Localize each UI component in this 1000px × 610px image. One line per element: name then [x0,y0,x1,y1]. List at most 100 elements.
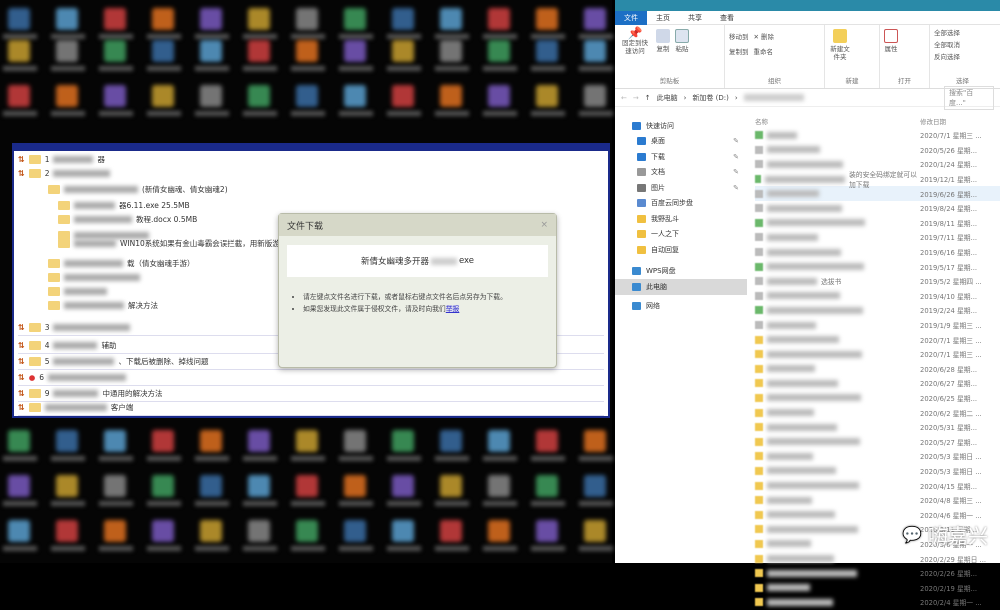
select-all-button[interactable]: 全部选择 [934,29,960,37]
desktop-icon[interactable] [536,430,558,452]
desktop-icon[interactable] [200,430,222,452]
desktop-icon[interactable] [296,40,318,62]
desktop-icon[interactable] [248,85,270,107]
desktop-icon[interactable] [8,8,30,30]
desktop-icon[interactable] [392,475,414,497]
desktop-icon[interactable] [536,520,558,542]
desktop-icon[interactable] [344,475,366,497]
desktop-icon[interactable] [296,520,318,542]
desktop-icon[interactable] [248,520,270,542]
nav-item[interactable]: 百度云同步盘 [615,196,747,212]
tree-item[interactable]: 教程.docx 0.5MB [58,213,197,225]
desktop-icon[interactable] [440,85,462,107]
file-row[interactable]: 2020/5/27 星期... [755,434,1000,449]
desktop-icon[interactable] [200,85,222,107]
desktop-icon[interactable] [8,475,30,497]
desktop-icon[interactable] [536,8,558,30]
desktop-icon[interactable] [248,430,270,452]
tree-item[interactable]: ⇅ 3 [18,321,134,333]
desktop-icon[interactable] [152,520,174,542]
invert-selection-button[interactable]: 反向选择 [934,53,960,61]
desktop-icon[interactable] [200,520,222,542]
file-row[interactable]: 2020/2/19 星期... [755,580,1000,595]
nav-item[interactable]: 此电脑 [615,279,747,295]
copy-to-button[interactable]: 复制到 [729,48,749,56]
desktop-icon[interactable] [536,40,558,62]
close-icon[interactable]: × [540,220,548,230]
tree-item[interactable]: ⇅ 客户端 [18,401,133,413]
tree-item[interactable]: 器6.11.exe 25.5MB [58,199,190,211]
desktop-icon[interactable] [296,430,318,452]
desktop-icon[interactable] [152,430,174,452]
select-none-button[interactable]: 全部取消 [934,41,960,49]
file-row[interactable]: 2019/4/10 星期... [755,289,1000,304]
file-row[interactable]: 2020/5/31 星期... [755,420,1000,435]
file-row[interactable]: 2020/6/25 星期... [755,391,1000,406]
desktop-icon[interactable] [104,40,126,62]
nav-item[interactable]: 快速访问 [615,118,747,134]
file-row[interactable]: 2020/6/2 星期二 ... [755,405,1000,420]
desktop-icon[interactable] [104,430,126,452]
tree-item[interactable] [48,285,111,297]
desktop-icon[interactable] [296,8,318,30]
nav-item[interactable]: 文档 ✎ [615,165,747,181]
file-row[interactable]: 2020/7/1 星期三 ... [755,128,1000,143]
tree-item[interactable]: 解决方法 [48,299,158,311]
desktop-icon[interactable] [8,430,30,452]
desktop-icon[interactable] [344,40,366,62]
tree-item[interactable]: ⇅ 2 [18,167,114,179]
file-row[interactable]: 2019/2/24 星期... [755,303,1000,318]
desktop-icon[interactable] [248,8,270,30]
file-row[interactable]: 2019/8/24 星期... [755,201,1000,216]
tree-item[interactable]: ⇅ 5 、下载后被删除、掉线问题 [18,355,208,367]
desktop-icon[interactable] [440,475,462,497]
desktop-icon[interactable] [440,40,462,62]
desktop-icon[interactable] [56,8,78,30]
desktop-icon[interactable] [56,430,78,452]
desktop-icon[interactable] [536,475,558,497]
tree-item[interactable]: ⇅ 9 中通用的解决方法 [18,387,162,399]
search-input[interactable]: 搜索"百度..." [944,85,994,110]
desktop-icon[interactable] [584,520,606,542]
breadcrumb-drive[interactable]: 新加卷 (D:) [692,93,728,103]
file-row[interactable]: 2019/8/11 星期... [755,216,1000,231]
desktop-icon[interactable] [8,520,30,542]
column-name[interactable]: 名称 [755,116,920,126]
desktop-icon[interactable] [8,85,30,107]
download-filename-link[interactable]: 新倩女幽魂多开器 exe [287,245,548,277]
desktop-icon[interactable] [56,520,78,542]
desktop-icon[interactable] [392,430,414,452]
desktop-icon[interactable] [440,430,462,452]
desktop-icon[interactable] [344,85,366,107]
desktop-icon[interactable] [392,520,414,542]
file-row[interactable]: 2019/6/16 星期... [755,245,1000,260]
desktop-icon[interactable] [392,85,414,107]
desktop-icon[interactable] [488,40,510,62]
desktop-icon[interactable] [344,430,366,452]
nav-item[interactable]: 自动回复 [615,242,747,258]
tree-item[interactable]: (新倩女幽魂、倩女幽魂2) [48,183,228,195]
desktop-icon[interactable] [56,40,78,62]
desktop-icon[interactable] [200,8,222,30]
desktop-icon[interactable] [152,85,174,107]
desktop-icon[interactable] [584,475,606,497]
breadcrumb-this-pc[interactable]: 此电脑 [657,93,678,103]
desktop-icon[interactable] [344,8,366,30]
file-row[interactable]: 2019/1/9 星期三 ... [755,318,1000,333]
tree-item[interactable]: ⇅ ● 6 [18,371,130,383]
report-link[interactable]: 举报 [445,305,460,313]
desktop-icon[interactable] [344,520,366,542]
tab-0[interactable]: 文件 [615,10,647,25]
desktop-icon[interactable] [248,475,270,497]
desktop-icon[interactable] [56,475,78,497]
desktop-icon[interactable] [104,8,126,30]
nav-item[interactable]: 网络 [615,299,747,315]
desktop-icon[interactable] [392,8,414,30]
desktop-icon[interactable] [440,8,462,30]
tree-item[interactable]: ⇅ 1 器 [18,153,105,165]
tree-item[interactable]: 载（倩女幽魂手游） [48,257,195,269]
desktop-icon[interactable] [488,520,510,542]
desktop-icon[interactable] [440,520,462,542]
file-row[interactable]: 2020/5/3 星期日 ... [755,449,1000,464]
desktop-icon[interactable] [584,8,606,30]
